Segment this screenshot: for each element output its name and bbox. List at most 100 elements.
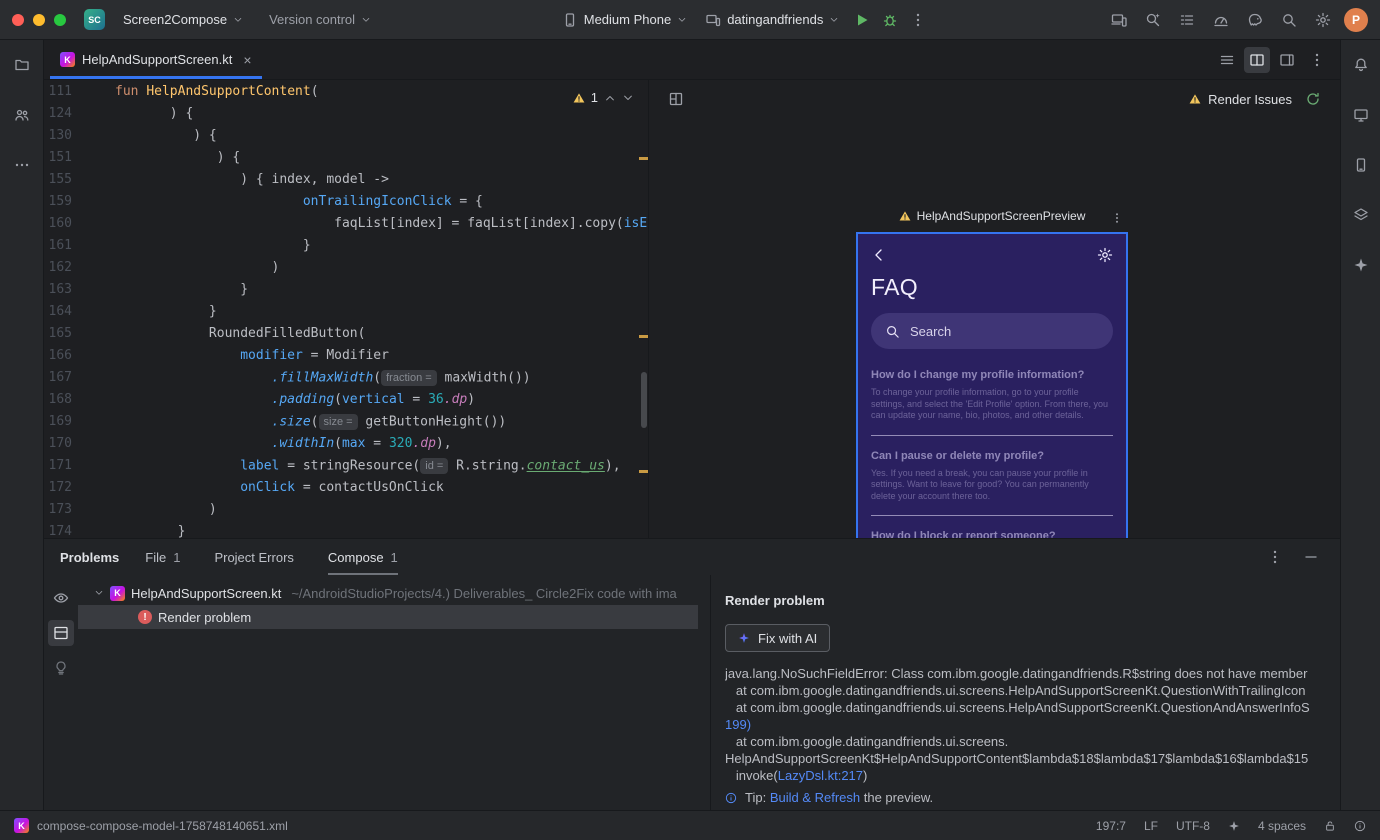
faq-title: FAQ: [871, 274, 918, 300]
project-tool-button[interactable]: [9, 52, 35, 78]
warning-stripe-mark[interactable]: [639, 470, 648, 473]
editor-list-button[interactable]: [1214, 47, 1240, 73]
code-line[interactable]: 165 RoundedFilledButton(: [44, 326, 648, 348]
layout-inspector-button[interactable]: [1348, 202, 1374, 228]
device-selector[interactable]: Medium Phone: [554, 8, 695, 32]
running-devices-button[interactable]: [1348, 102, 1374, 128]
device-manager-button[interactable]: [1348, 152, 1374, 178]
stack-link[interactable]: LazyDsl.kt:217: [778, 768, 863, 783]
next-problem-icon[interactable]: [622, 92, 634, 104]
preview-card-header[interactable]: HelpAndSupportScreenPreview: [856, 204, 1128, 228]
info-icon: [725, 792, 737, 803]
indent-widget[interactable]: 4 spaces: [1258, 819, 1306, 833]
kebab-menu-icon: [1273, 550, 1277, 564]
preview-eye-button[interactable]: [48, 585, 74, 611]
fullscreen-window-button[interactable]: [54, 13, 66, 26]
phone-preview[interactable]: FAQ Search How do I change my profile in…: [856, 232, 1128, 538]
code-line[interactable]: 169 .size(size = getButtonHeight()): [44, 414, 648, 436]
close-window-button[interactable]: [12, 13, 24, 26]
warning-stripe-mark[interactable]: [639, 335, 648, 338]
code-line[interactable]: 111 fun HelpAndSupportContent(: [44, 84, 648, 106]
prev-problem-icon[interactable]: [604, 92, 616, 104]
warning-stripe-mark[interactable]: [639, 157, 648, 160]
faq-item[interactable]: Can I pause or delete my profile? Yes. If…: [871, 450, 1113, 516]
code-line[interactable]: 160 faqList[index] = faqList[index].copy…: [44, 216, 648, 238]
code-line[interactable]: 166 modifier = Modifier: [44, 348, 648, 370]
profiler-button[interactable]: [1208, 7, 1234, 33]
todo-list-button[interactable]: [1174, 7, 1200, 33]
preview-layout-button[interactable]: [663, 86, 689, 112]
split-editor-button[interactable]: [1244, 46, 1270, 73]
tab-project-errors[interactable]: Project Errors: [214, 539, 293, 575]
preview-options-button[interactable]: [1104, 205, 1130, 231]
user-avatar[interactable]: P: [1344, 7, 1368, 32]
code-line[interactable]: 172 onClick = contactUsOnClick: [44, 480, 648, 502]
ai-status-icon[interactable]: [1228, 820, 1240, 832]
render-issues-button[interactable]: Render Issues: [1189, 92, 1292, 107]
tab-file[interactable]: File 1: [145, 539, 180, 575]
gemini-button[interactable]: [1348, 252, 1374, 278]
code-line[interactable]: 159 onTrailingIconClick = {: [44, 194, 648, 216]
run-configuration-selector[interactable]: datingandfriends: [697, 8, 847, 32]
code-line[interactable]: 170 .widthIn(max = 320.dp),: [44, 436, 648, 458]
code-editor[interactable]: 111 fun HelpAndSupportContent(124 ) {130 …: [44, 80, 648, 538]
minimize-window-button[interactable]: [33, 13, 45, 26]
quick-fix-button[interactable]: [48, 655, 74, 681]
device-mirroring-button[interactable]: [1106, 7, 1132, 33]
hide-panel-button[interactable]: [1298, 544, 1324, 570]
faq-search-bar[interactable]: Search: [871, 313, 1113, 349]
code-line[interactable]: 124 ) {: [44, 106, 648, 128]
more-tool-windows-button[interactable]: [9, 152, 35, 178]
split-view-icon: [1250, 53, 1264, 66]
debug-button[interactable]: [877, 7, 903, 33]
build-refresh-link[interactable]: Build & Refresh: [770, 790, 860, 805]
faq-item[interactable]: How do I change my profile information? T…: [871, 369, 1113, 436]
line-separator-widget[interactable]: LF: [1144, 819, 1158, 833]
stack-link[interactable]: 199): [725, 717, 751, 732]
settings-button[interactable]: [1310, 7, 1336, 33]
back-arrow-icon[interactable]: [871, 247, 887, 263]
problems-tree-item-row[interactable]: ! Render problem: [78, 605, 698, 629]
editor-tab[interactable]: K HelpAndSupportScreen.kt ×: [50, 40, 262, 79]
details-view-button[interactable]: [48, 620, 74, 646]
code-line[interactable]: 173 ): [44, 502, 648, 524]
editor-options-button[interactable]: [1304, 47, 1330, 73]
version-control-menu[interactable]: Version control: [261, 8, 379, 31]
code-line[interactable]: 163 }: [44, 282, 648, 304]
lock-icon[interactable]: [1324, 820, 1336, 832]
warning-icon: [1189, 94, 1201, 104]
close-tab-button[interactable]: ×: [243, 52, 251, 68]
code-line[interactable]: 167 .fillMaxWidth(fraction = maxWidth()): [44, 370, 648, 392]
faq-item[interactable]: How do I block or report someone?: [871, 530, 1113, 538]
problems-tree-file-row[interactable]: K HelpAndSupportScreen.kt ~/AndroidStudi…: [78, 581, 710, 605]
project-menu[interactable]: Screen2Compose: [115, 8, 251, 31]
code-line[interactable]: 168 .padding(vertical = 36.dp): [44, 392, 648, 414]
info-icon[interactable]: [1354, 820, 1366, 832]
pull-requests-tool-button[interactable]: [9, 102, 35, 128]
run-button[interactable]: [849, 7, 875, 33]
panel-options-button[interactable]: [1262, 544, 1288, 570]
gradle-button[interactable]: [1242, 7, 1268, 33]
code-line[interactable]: 164 }: [44, 304, 648, 326]
monitor-icon: [1353, 109, 1368, 122]
code-line[interactable]: 155 ) { index, model ->: [44, 172, 648, 194]
notifications-button[interactable]: [1348, 52, 1374, 78]
code-line[interactable]: 130 ) {: [44, 128, 648, 150]
code-line[interactable]: 151 ) {: [44, 150, 648, 172]
code-line[interactable]: 162 ): [44, 260, 648, 282]
status-file-widget[interactable]: K compose-compose-model-1758748140651.xm…: [14, 818, 288, 833]
tab-compose[interactable]: Compose 1: [327, 539, 398, 575]
encoding-widget[interactable]: UTF-8: [1176, 819, 1210, 833]
editor-scrollbar[interactable]: [641, 372, 647, 428]
fix-with-ai-button[interactable]: Fix with AI: [725, 624, 831, 652]
editor-layout-button[interactable]: [1274, 47, 1300, 73]
gear-icon[interactable]: [1097, 247, 1113, 263]
code-line[interactable]: 171 label = stringResource(id = R.string…: [44, 458, 648, 480]
more-run-actions-button[interactable]: [905, 7, 931, 33]
refresh-preview-button[interactable]: [1300, 86, 1326, 112]
code-line[interactable]: 161 }: [44, 238, 648, 260]
search-everywhere-button[interactable]: [1276, 7, 1302, 33]
ai-assistant-button[interactable]: [1140, 7, 1166, 33]
caret-position-widget[interactable]: 197:7: [1096, 819, 1126, 833]
code-line[interactable]: 174 }: [44, 524, 648, 538]
